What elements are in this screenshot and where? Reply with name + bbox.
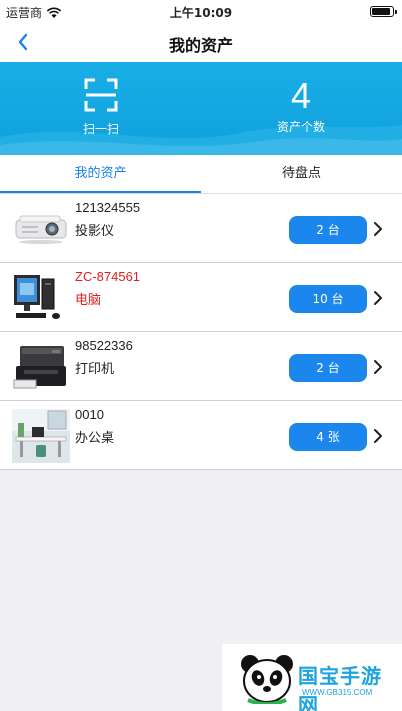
status-bar: 运营商 上午10:09: [0, 0, 402, 22]
tab-pending-inventory[interactable]: 待盘点: [201, 155, 402, 194]
summary-banner: 扫一扫 4 资产个数: [0, 62, 402, 155]
asset-row-computer[interactable]: ZC-874561 电脑 10 台: [0, 263, 402, 332]
quantity-button[interactable]: 10 台: [289, 285, 367, 313]
page-title: 我的资产: [168, 36, 233, 55]
tab-my-assets[interactable]: 我的资产: [0, 155, 201, 194]
scan-button[interactable]: 扫一扫: [56, 62, 146, 155]
asset-count-label: 资产个数: [276, 120, 325, 134]
asset-list: 121324555 投影仪 2 台 ZC-874561 电脑 10 台 9852…: [0, 194, 402, 470]
quantity-button[interactable]: 2 台: [289, 354, 367, 382]
quantity-button[interactable]: 2 台: [289, 216, 367, 244]
computer-thumbnail: [14, 275, 60, 319]
asset-count-value: 4: [290, 75, 312, 116]
panda-logo-icon: [241, 655, 293, 704]
asset-code: 121324555: [75, 200, 141, 215]
active-tab-indicator: [0, 191, 201, 193]
quantity-button[interactable]: 4 张: [289, 423, 367, 451]
watermark-brand: 国宝手游网: [298, 664, 382, 711]
chevron-right-icon: [374, 291, 382, 305]
battery-icon: [370, 6, 397, 17]
watermark-url: WWW.GB315.COM: [302, 688, 373, 697]
asset-code: ZC-874561: [75, 269, 141, 284]
asset-name: 投影仪: [75, 224, 115, 239]
asset-row-printer[interactable]: 98522336 打印机 2 台: [0, 332, 402, 401]
printer-thumbnail: [13, 346, 66, 389]
tab-bar: 我的资产 待盘点: [0, 155, 402, 194]
scan-label: 扫一扫: [82, 122, 119, 136]
status-time: 上午10:09: [169, 6, 233, 20]
asset-row-office-desk[interactable]: 0010 办公桌 4 张: [0, 401, 402, 470]
asset-count-block: 4 资产个数: [251, 62, 351, 155]
projector-thumbnail: [15, 215, 67, 244]
asset-name: 办公桌: [75, 431, 115, 446]
chevron-right-icon: [374, 429, 382, 443]
asset-code: 98522336: [75, 338, 133, 353]
asset-name: 打印机: [75, 362, 115, 377]
scan-icon: [84, 78, 118, 112]
asset-row-projector[interactable]: 121324555 投影仪 2 台: [0, 194, 402, 263]
watermark-logo: 国宝手游网 WWW.GB315.COM: [222, 644, 402, 711]
chevron-right-icon: [374, 222, 382, 236]
nav-bar: 我的资产: [0, 22, 402, 62]
chevron-right-icon: [374, 360, 382, 374]
asset-name: 电脑: [75, 293, 102, 308]
office-desk-thumbnail: [12, 409, 70, 463]
asset-code: 0010: [75, 407, 104, 422]
